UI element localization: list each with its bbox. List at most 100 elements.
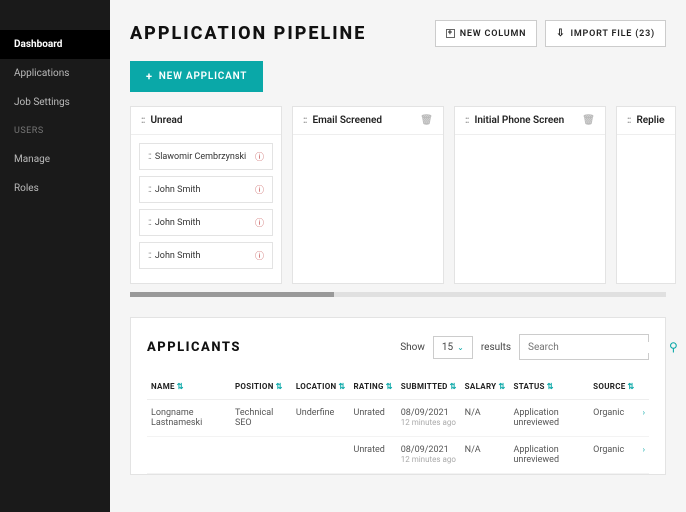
pipeline-column-unread: :: Unread ::Slawomir Cembrzynskiⓘ ::John…	[130, 106, 282, 284]
search-input[interactable]	[528, 342, 661, 353]
applicant-card[interactable]: ::Slawomir Cembrzynskiⓘ	[139, 143, 273, 170]
plus-icon: +	[146, 70, 153, 83]
scrollbar-thumb[interactable]	[130, 292, 334, 297]
table-header-row: NAME⇅ POSITION⇅ LOCATION⇅ RATING⇅ SUBMIT…	[147, 374, 649, 400]
sort-icon: ⇅	[386, 382, 393, 391]
column-title: Email Screened	[306, 115, 420, 126]
new-column-icon	[446, 29, 455, 38]
column-title: Unread	[144, 115, 271, 126]
cell-status: Application unreviewed	[509, 400, 589, 437]
cell-submitted: 08/09/202112 minutes ago	[397, 400, 461, 437]
cell-location	[292, 437, 350, 474]
chevron-right-icon: ›	[643, 408, 645, 417]
pipeline-column-replied: :: Replied	[616, 106, 676, 284]
sort-icon: ⇅	[547, 382, 554, 391]
applicants-section: APPLICANTS Show 15 ⌄ results ⚲ NAME⇅ POS…	[130, 317, 666, 475]
cell-position	[231, 437, 292, 474]
table-row[interactable]: Unrated 08/09/202112 minutes ago N/A App…	[147, 437, 649, 474]
cell-salary: N/A	[461, 437, 510, 474]
cell-salary: N/A	[461, 400, 510, 437]
trash-icon[interactable]: 🗑	[582, 115, 595, 126]
applicant-card[interactable]: ::John Smithⓘ	[139, 176, 273, 203]
card-name: John Smith	[151, 251, 255, 261]
column-body	[293, 135, 443, 151]
applicants-filters: Show 15 ⌄ results ⚲	[400, 334, 649, 360]
import-file-button[interactable]: ⇩ IMPORT FILE (23)	[545, 20, 666, 47]
column-body: ::Slawomir Cembrzynskiⓘ ::John Smithⓘ ::…	[131, 135, 281, 283]
pipeline-column-phone-screen: :: Initial Phone Screen 🗑	[454, 106, 606, 284]
chevron-right-icon: ›	[643, 445, 645, 454]
info-icon[interactable]: ⓘ	[255, 183, 264, 196]
th-status[interactable]: STATUS⇅	[509, 374, 589, 400]
cell-source: Organic	[589, 400, 638, 437]
th-salary[interactable]: SALARY⇅	[461, 374, 510, 400]
download-icon: ⇩	[556, 28, 565, 39]
cell-source: Organic	[589, 437, 638, 474]
sidebar-item-applications[interactable]: Applications	[0, 59, 110, 88]
sidebar-item-manage[interactable]: Manage	[0, 145, 110, 174]
cell-name: Longname Lastnameski	[147, 400, 231, 437]
th-name[interactable]: NAME⇅	[147, 374, 231, 400]
new-column-label: NEW COLUMN	[460, 29, 527, 39]
new-column-button[interactable]: NEW COLUMN	[435, 20, 538, 47]
column-title: Initial Phone Screen	[468, 115, 582, 126]
sort-icon: ⇅	[628, 382, 635, 391]
cell-status: Application unreviewed	[509, 437, 589, 474]
sort-icon: ⇅	[450, 382, 457, 391]
th-location[interactable]: LOCATION⇅	[292, 374, 350, 400]
sort-icon: ⇅	[498, 382, 505, 391]
th-source[interactable]: SOURCE⇅	[589, 374, 638, 400]
th-submitted[interactable]: SUBMITTED⇅	[397, 374, 461, 400]
table-row[interactable]: Longname Lastnameski Technical SEO Under…	[147, 400, 649, 437]
cell-position: Technical SEO	[231, 400, 292, 437]
th-position[interactable]: POSITION⇅	[231, 374, 292, 400]
pipeline-columns: :: Unread ::Slawomir Cembrzynskiⓘ ::John…	[130, 106, 666, 284]
column-header[interactable]: :: Unread	[131, 107, 281, 135]
sidebar-item-dashboard[interactable]: Dashboard	[0, 30, 110, 59]
info-icon[interactable]: ⓘ	[255, 150, 264, 163]
pipeline-column-email-screened: :: Email Screened 🗑	[292, 106, 444, 284]
column-header[interactable]: :: Replied	[617, 107, 675, 135]
column-header[interactable]: :: Email Screened 🗑	[293, 107, 443, 135]
info-icon[interactable]: ⓘ	[255, 216, 264, 229]
card-name: John Smith	[151, 218, 255, 228]
search-icon[interactable]: ⚲	[669, 340, 678, 354]
row-expand[interactable]: ›	[639, 400, 649, 437]
sort-icon: ⇅	[276, 382, 283, 391]
cell-rating: Unrated	[350, 437, 397, 474]
applicants-title: APPLICANTS	[147, 340, 241, 355]
page-size-select[interactable]: 15 ⌄	[433, 336, 473, 359]
search-box[interactable]: ⚲	[519, 334, 649, 360]
chevron-down-icon: ⌄	[457, 343, 464, 352]
applicant-card[interactable]: ::John Smithⓘ	[139, 209, 273, 236]
info-icon[interactable]: ⓘ	[255, 249, 264, 262]
new-applicant-label: NEW APPLICANT	[159, 71, 247, 82]
applicants-table: NAME⇅ POSITION⇅ LOCATION⇅ RATING⇅ SUBMIT…	[147, 374, 649, 474]
cell-location: Underfine	[292, 400, 350, 437]
cell-name	[147, 437, 231, 474]
column-body	[455, 135, 605, 151]
th-rating[interactable]: RATING⇅	[350, 374, 397, 400]
column-title: Replied	[630, 115, 665, 126]
column-header[interactable]: :: Initial Phone Screen 🗑	[455, 107, 605, 135]
sidebar: Dashboard Applications Job Settings USER…	[0, 0, 110, 512]
applicant-card[interactable]: ::John Smithⓘ	[139, 242, 273, 269]
header-actions: NEW COLUMN ⇩ IMPORT FILE (23)	[435, 20, 666, 47]
import-file-label: IMPORT FILE (23)	[570, 29, 655, 39]
horizontal-scrollbar[interactable]	[130, 292, 666, 297]
new-applicant-button[interactable]: + NEW APPLICANT	[130, 61, 263, 92]
card-name: Slawomir Cembrzynski	[151, 152, 255, 162]
page-header: APPLICATION PIPELINE NEW COLUMN ⇩ IMPORT…	[130, 20, 666, 47]
main-content: APPLICATION PIPELINE NEW COLUMN ⇩ IMPORT…	[110, 0, 686, 512]
row-expand[interactable]: ›	[639, 437, 649, 474]
sidebar-item-job-settings[interactable]: Job Settings	[0, 88, 110, 117]
page-size-value: 15	[442, 342, 453, 353]
sidebar-group-users: USERS	[0, 117, 110, 145]
sort-icon: ⇅	[338, 382, 345, 391]
sidebar-item-roles[interactable]: Roles	[0, 174, 110, 203]
page-title: APPLICATION PIPELINE	[130, 23, 366, 44]
trash-icon[interactable]: 🗑	[420, 115, 433, 126]
sort-icon: ⇅	[177, 382, 184, 391]
cell-submitted: 08/09/202112 minutes ago	[397, 437, 461, 474]
results-label: results	[481, 342, 511, 353]
